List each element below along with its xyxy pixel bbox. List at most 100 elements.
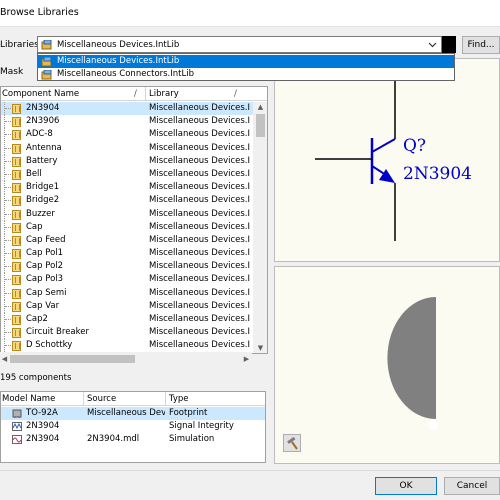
column-divider[interactable] (145, 87, 146, 101)
component-row[interactable]: Buzzer Miscellaneous Devices.I (1, 207, 253, 221)
scroll-thumb[interactable] (10, 355, 135, 363)
component-row[interactable]: Cap Miscellaneous Devices.I (1, 220, 253, 234)
libraries-dropdown-list: Miscellaneous Devices.IntLib Miscellaneo… (37, 53, 455, 81)
tree-line (4, 326, 12, 340)
component-row[interactable]: Antenna Miscellaneous Devices.I (1, 141, 253, 155)
component-name: Bridge1 (26, 182, 60, 193)
chevron-down-icon[interactable] (428, 40, 437, 49)
model-row-simulation[interactable]: 2N3904 2N3904.mdl Simulation (1, 433, 265, 446)
scroll-up-icon[interactable]: ▲ (256, 103, 265, 112)
model-type: Footprint (169, 408, 208, 418)
tree-line (4, 299, 12, 313)
dropdown-option-devices[interactable]: Miscellaneous Devices.IntLib (38, 55, 454, 68)
component-library: Miscellaneous Devices.I (149, 327, 250, 338)
scroll-down-icon[interactable]: ▼ (256, 344, 265, 353)
component-list: Component Name / Library / 2N3904 Miscell… (0, 86, 268, 354)
component-row[interactable]: Bridge2 Miscellaneous Devices.I (1, 194, 253, 208)
component-name: Bell (26, 168, 42, 179)
vertical-scrollbar[interactable]: ▲ ▼ (253, 102, 267, 353)
schematic-preview: Q? 2N3904 (274, 58, 500, 262)
ok-button[interactable]: OK (375, 477, 437, 495)
component-icon (12, 249, 21, 260)
scroll-thumb[interactable] (256, 114, 265, 137)
component-row[interactable]: 2N3906 Miscellaneous Devices.I (1, 115, 253, 129)
combo-edge (442, 36, 456, 53)
column-filter-icon[interactable]: / (234, 89, 237, 99)
component-name: Antenna (26, 142, 62, 153)
model-row-signal-integrity[interactable]: 2N3904 Signal Integrity (1, 420, 265, 433)
model-name: TO-92A (26, 408, 58, 418)
component-name: D Schottky (26, 340, 73, 351)
scroll-left-icon[interactable]: ◀ (0, 352, 9, 366)
hammer-icon[interactable] (283, 434, 301, 452)
column-header-library[interactable]: Library (149, 89, 179, 99)
scroll-right-icon[interactable]: ▶ (242, 352, 251, 366)
footprint-icon (12, 409, 22, 418)
column-filter-icon[interactable]: / (134, 89, 137, 99)
component-name: Buzzer (26, 208, 55, 219)
dropdown-option-label: Miscellaneous Devices.IntLib (57, 56, 180, 66)
column-header-source[interactable]: Source (87, 394, 116, 404)
component-row[interactable]: Circuit Breaker Miscellaneous Devices.I (1, 326, 253, 340)
tree-line (4, 128, 12, 142)
component-name: Bridge2 (26, 195, 60, 206)
component-icon (12, 169, 21, 180)
component-icon (12, 143, 21, 154)
library-icon (41, 57, 52, 67)
signal-integrity-icon (12, 422, 22, 431)
component-row[interactable]: Cap Semi Miscellaneous Devices.I (1, 286, 253, 300)
component-row[interactable]: ADC-8 Miscellaneous Devices.I (1, 128, 253, 142)
component-count: 195 components (0, 373, 72, 383)
component-row[interactable]: Cap Feed Miscellaneous Devices.I (1, 233, 253, 247)
model-list: Model Name Source Type TO-92A Miscellane… (0, 391, 266, 463)
component-row[interactable]: Cap Pol3 Miscellaneous Devices.I (1, 273, 253, 287)
component-library: Miscellaneous Devices.I (149, 195, 250, 206)
component-row[interactable]: Cap Pol1 Miscellaneous Devices.I (1, 247, 253, 261)
component-icon (12, 209, 21, 220)
column-divider[interactable] (165, 392, 166, 406)
model-source: Miscellaneous Devi (87, 408, 165, 418)
component-icon (12, 301, 21, 312)
component-icon (12, 196, 21, 207)
tree-line (4, 273, 12, 287)
component-library: Miscellaneous Devices.I (149, 300, 250, 311)
column-header-type[interactable]: Type (169, 394, 189, 404)
component-icon (12, 117, 21, 128)
column-header-component-name[interactable]: Component Name (2, 89, 79, 99)
component-row[interactable]: Bridge1 Miscellaneous Devices.I (1, 181, 253, 195)
title-bar: Browse Libraries (0, 0, 500, 27)
library-icon (41, 70, 52, 80)
component-row[interactable]: Bell Miscellaneous Devices.I (1, 167, 253, 181)
component-name: Cap2 (26, 314, 48, 324)
component-library: Miscellaneous Devices.I (149, 314, 250, 324)
component-library: Miscellaneous Devices.I (149, 248, 250, 259)
component-row[interactable]: Cap Var Miscellaneous Devices.I (1, 299, 253, 313)
cancel-button[interactable]: Cancel (444, 477, 500, 495)
column-header-model-name[interactable]: Model Name (2, 394, 55, 404)
component-name: Cap Pol3 (26, 274, 64, 285)
find-button[interactable]: Find... (462, 36, 500, 54)
component-row[interactable]: Battery Miscellaneous Devices.I (1, 154, 253, 168)
model-type: Signal Integrity (169, 421, 234, 431)
component-library: Miscellaneous Devices.I (149, 234, 250, 245)
component-row[interactable]: D Schottky Miscellaneous Devices.I (1, 339, 253, 353)
dropdown-option-connectors[interactable]: Miscellaneous Connectors.IntLib (38, 68, 454, 81)
component-row[interactable]: Cap2 Miscellaneous Devices.I (1, 313, 253, 326)
component-icon (12, 341, 21, 352)
libraries-selected-value: Miscellaneous Devices.IntLib (57, 40, 180, 50)
component-icon (12, 275, 21, 286)
footprint-graphic (387, 297, 438, 430)
model-row-footprint[interactable]: TO-92A Miscellaneous Devi Footprint (1, 407, 265, 420)
component-row[interactable]: 2N3904 Miscellaneous Devices.I (1, 102, 253, 116)
component-library: Miscellaneous Devices.I (149, 340, 250, 351)
tree-line (4, 141, 12, 155)
component-library: Miscellaneous Devices.I (149, 208, 250, 219)
libraries-combobox[interactable]: Miscellaneous Devices.IntLib (37, 36, 442, 53)
component-row[interactable]: Cap Pol2 Miscellaneous Devices.I (1, 260, 253, 274)
window-title: Browse Libraries (0, 7, 79, 18)
tree-line (4, 194, 12, 208)
component-icon (12, 315, 21, 325)
horizontal-scrollbar[interactable]: ◀ ▶ (0, 352, 252, 366)
footprint-preview (274, 266, 500, 464)
column-divider[interactable] (83, 392, 84, 406)
